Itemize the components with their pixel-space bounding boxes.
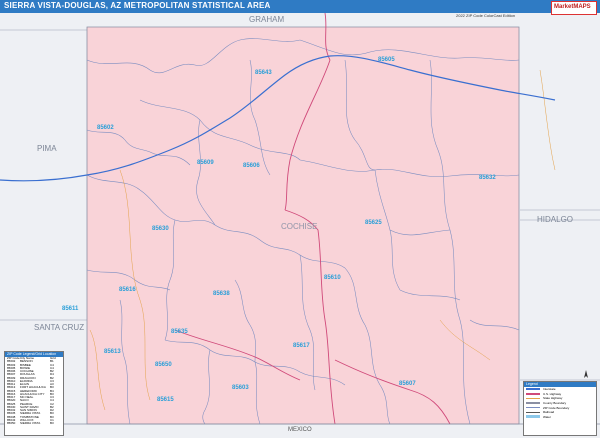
zip-label: 85607 xyxy=(399,381,416,387)
interstate-symbol xyxy=(526,388,540,391)
key-label: Water xyxy=(543,414,551,419)
key-label: U.S. Highway xyxy=(543,391,562,396)
publisher-logo: MarketMAPS xyxy=(551,1,597,15)
zip-legend-rows: 85602 BENSON B1 85603 BISBEE C4 85605 BOWIE C4 85… xyxy=(5,359,63,425)
railroad-symbol xyxy=(526,411,540,413)
zip-label: 85632 xyxy=(479,175,496,181)
key-label: County Boundary xyxy=(543,401,567,406)
zip-label: 85611 xyxy=(62,306,79,312)
compass-rose xyxy=(578,370,594,380)
region-label-hidalgo: HIDALGO xyxy=(537,215,574,224)
key-label: Interstate xyxy=(543,387,556,392)
region-label-pima: PIMA xyxy=(37,144,57,153)
legend-zip: 85650 xyxy=(7,421,16,425)
zip-label: 85605 xyxy=(378,57,395,63)
county-boundary-symbol xyxy=(526,402,540,404)
state-highway-symbol xyxy=(526,397,540,400)
zip-label: 85609 xyxy=(197,160,214,166)
key-label: Railroad xyxy=(543,410,555,415)
zip-legend-row: 85650 SIERRA VISTA B3 xyxy=(5,421,63,425)
region-label-santa-cruz: SANTA CRUZ xyxy=(34,323,85,332)
compass-icon xyxy=(584,370,588,378)
zip-label: 85638 xyxy=(213,291,230,297)
water-symbol xyxy=(526,415,540,419)
zip-label: 85635 xyxy=(171,329,188,335)
zip-label: 85610 xyxy=(324,275,341,281)
legend-city: SIERRA VISTA xyxy=(20,421,41,425)
zip-label: 85643 xyxy=(255,70,272,76)
key-row-water: Water xyxy=(524,415,596,420)
zip-label: 85630 xyxy=(152,226,169,232)
zip-label: 85650 xyxy=(155,362,172,368)
zip-label: 85615 xyxy=(157,397,174,403)
zip-label: 85625 xyxy=(365,220,382,226)
edition-text: 2022 ZIP Code ColorCast Edition xyxy=(456,13,516,18)
zip-label: 85603 xyxy=(232,385,249,391)
map-poster: GRAHAM PIMA COCHISE HIDALGO SANTA CRUZ M… xyxy=(0,0,600,438)
zip-label: 85617 xyxy=(293,343,310,349)
zip-label: 85602 xyxy=(97,125,114,131)
region-label-graham: GRAHAM xyxy=(249,15,285,24)
publisher-logo-text: MarketMAPS xyxy=(554,4,591,10)
region-label-mexico: MEXICO xyxy=(288,427,312,433)
map-canvas: GRAHAM PIMA COCHISE HIDALGO SANTA CRUZ M… xyxy=(0,12,600,438)
map-title: SIERRA VISTA-DOUGLAS, AZ METROPOLITAN ST… xyxy=(4,1,271,10)
zip-label: 85613 xyxy=(104,349,121,355)
title-bar: SIERRA VISTA-DOUGLAS, AZ METROPOLITAN ST… xyxy=(0,0,600,13)
key-label: State Highway xyxy=(543,396,563,401)
zip-legend-table: ZIP Code Legend/Grid Location ZIP Code C… xyxy=(4,351,64,436)
region-label-cochise: COCHISE xyxy=(281,222,318,231)
zip-label: 85606 xyxy=(243,163,260,169)
zip-boundary-symbol xyxy=(526,407,540,409)
map-key: Legend Interstate U.S. Highway State Hig… xyxy=(523,381,597,436)
zip-label: 85616 xyxy=(119,287,136,293)
us-highway-symbol xyxy=(526,393,540,395)
key-label: ZIP Code Boundary xyxy=(543,405,570,410)
legend-grid: B3 xyxy=(50,421,54,425)
